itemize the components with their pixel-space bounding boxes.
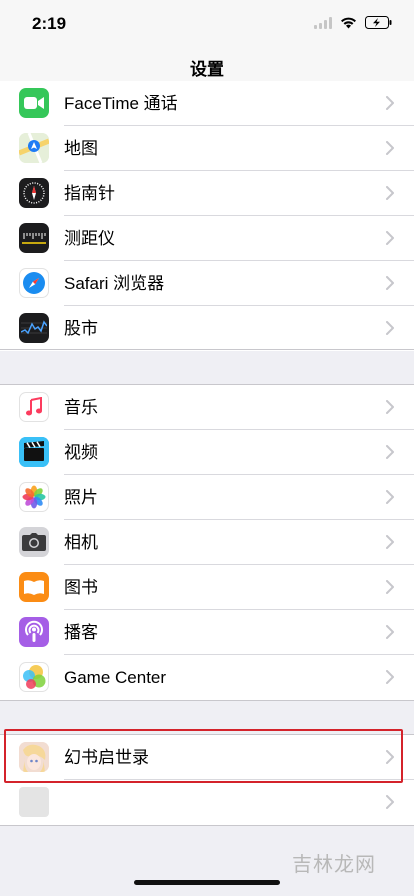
cellular-signal-icon xyxy=(314,16,332,29)
settings-row-label: 指南针 xyxy=(64,184,115,203)
settings-row-label: 相机 xyxy=(64,533,98,552)
wifi-icon xyxy=(341,17,356,28)
chevron-right-icon xyxy=(386,96,394,110)
compass-icon xyxy=(19,178,49,208)
settings-row-label: 照片 xyxy=(64,488,98,507)
settings-row-label: 视频 xyxy=(64,443,98,462)
settings-row-photos[interactable]: 照片 xyxy=(0,475,414,520)
group-divider xyxy=(0,825,414,826)
chevron-right-icon xyxy=(386,321,394,335)
settings-row-safari[interactable]: Safari 浏览器 xyxy=(0,261,414,306)
game-center-icon xyxy=(19,662,49,692)
home-indicator[interactable] xyxy=(134,880,280,885)
blank-app-icon xyxy=(19,787,49,817)
settings-row-compass[interactable]: 指南针 xyxy=(0,171,414,216)
settings-row-measure[interactable]: 测距仪 xyxy=(0,216,414,261)
chevron-right-icon xyxy=(386,141,394,155)
chevron-right-icon xyxy=(386,795,394,809)
settings-row-camera[interactable]: 相机 xyxy=(0,520,414,565)
stocks-icon xyxy=(19,313,49,343)
chevron-right-icon xyxy=(386,670,394,684)
chevron-right-icon xyxy=(386,231,394,245)
page-title: 设置 xyxy=(190,59,224,79)
chevron-right-icon xyxy=(386,490,394,504)
settings-row-podcasts[interactable]: 播客 xyxy=(0,610,414,655)
status-icons xyxy=(314,16,392,29)
settings-row-music[interactable]: 音乐 xyxy=(0,385,414,430)
group-divider xyxy=(0,349,414,350)
settings-row-label: 股市 xyxy=(64,319,98,338)
settings-row-label: 播客 xyxy=(64,623,98,642)
settings-row-books[interactable]: 图书 xyxy=(0,565,414,610)
settings-row-label: FaceTime 通话 xyxy=(64,94,178,113)
settings-row-maps[interactable]: 地图 xyxy=(0,126,414,171)
highlight-annotation-box xyxy=(4,729,403,783)
music-icon xyxy=(19,392,49,422)
chevron-right-icon xyxy=(386,186,394,200)
chevron-right-icon xyxy=(386,535,394,549)
photos-icon xyxy=(19,482,49,512)
group-divider xyxy=(0,700,414,701)
settings-group-apps-1: FaceTime 通话 地图 指南针 测距仪 Safari 浏览器 股市 xyxy=(0,81,414,351)
settings-row-game-center[interactable]: Game Center xyxy=(0,655,414,700)
books-icon xyxy=(19,572,49,602)
status-bar: 2:19 xyxy=(0,0,414,48)
battery-charging-icon xyxy=(365,16,392,29)
podcasts-icon xyxy=(19,617,49,647)
chevron-right-icon xyxy=(386,276,394,290)
camera-icon xyxy=(19,527,49,557)
settings-group-apps-2: 音乐 视频 照片 相机 图书 播客 Game Center xyxy=(0,385,414,700)
settings-row-label: 图书 xyxy=(64,578,98,597)
settings-row-stocks[interactable]: 股市 xyxy=(0,306,414,351)
chevron-right-icon xyxy=(386,625,394,639)
settings-row-label: 音乐 xyxy=(64,398,98,417)
settings-row-label: Safari 浏览器 xyxy=(64,274,165,293)
measure-icon xyxy=(19,223,49,253)
maps-icon xyxy=(19,133,49,163)
settings-row-label: 地图 xyxy=(64,139,98,158)
chevron-right-icon xyxy=(386,445,394,459)
watermark-text: 吉林龙网 xyxy=(292,854,376,876)
settings-row-facetime[interactable]: FaceTime 通话 xyxy=(0,81,414,126)
chevron-right-icon xyxy=(386,580,394,594)
settings-row-blank-app[interactable] xyxy=(0,780,414,825)
settings-row-label: Game Center xyxy=(64,668,167,687)
safari-icon xyxy=(19,268,49,298)
chevron-right-icon xyxy=(386,400,394,414)
facetime-icon xyxy=(19,88,49,118)
settings-row-tv[interactable]: 视频 xyxy=(0,430,414,475)
settings-row-label: 测距仪 xyxy=(64,229,115,248)
tv-icon xyxy=(19,437,49,467)
status-time: 2:19 xyxy=(32,14,67,33)
